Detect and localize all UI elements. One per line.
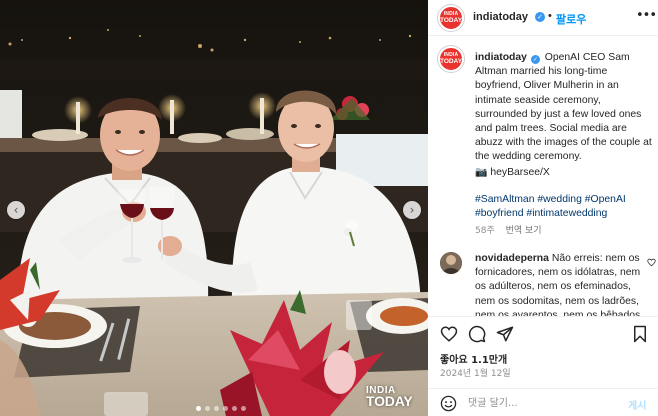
- carousel-dot: [196, 406, 201, 411]
- commenter-username[interactable]: novidadeperna: [475, 253, 549, 264]
- carousel-prev-button[interactable]: ‹: [7, 201, 25, 219]
- caption-body: indiatoday ✓ OpenAI CEO Sam Altman marri…: [475, 51, 655, 165]
- comment-body: novidadeperna Não erreis: nem os fornica…: [475, 252, 643, 316]
- translate-link[interactable]: 번역 보기: [506, 226, 542, 236]
- caption-meta: 58주 번역 보기: [475, 223, 542, 236]
- author-username[interactable]: indiatoday: [473, 11, 528, 23]
- carousel-dot: [205, 406, 210, 411]
- bookmark-icon[interactable]: [631, 325, 649, 343]
- like-count[interactable]: 좋아요 1.1만개: [440, 351, 507, 366]
- carousel-dot: [223, 406, 228, 411]
- post-photo[interactable]: ‹ › INDIA TODAY: [0, 0, 428, 416]
- commenter-avatar[interactable]: [440, 252, 462, 274]
- photo-credit: 📷 heyBarsee/X: [475, 167, 550, 178]
- caption-author-avatar[interactable]: INDIA TODAY: [438, 46, 464, 72]
- share-icon[interactable]: [496, 325, 514, 343]
- camera-icon: 📷: [475, 167, 488, 178]
- header-separator: •: [548, 10, 552, 22]
- hashtags[interactable]: #SamAltman #wedding #OpenAI #boyfriend #…: [475, 193, 653, 222]
- follow-button[interactable]: 팔로우: [556, 11, 586, 27]
- post-actions: 좋아요 1.1만개 2024년 1월 12일 게시: [428, 316, 658, 416]
- comment-input[interactable]: [468, 396, 608, 411]
- caption-text: OpenAI CEO Sam Altman married his long-t…: [475, 52, 652, 163]
- wedding-photo: [0, 0, 428, 416]
- carousel-dots: [196, 406, 246, 411]
- caption-verified-badge-icon: ✓: [530, 55, 540, 64]
- avatar-logo-line2: TODAY: [440, 17, 463, 24]
- heart-icon[interactable]: [440, 325, 458, 343]
- emoji-icon[interactable]: [440, 395, 457, 412]
- carousel-dot: [232, 406, 237, 411]
- post-age: 58주: [475, 226, 495, 236]
- comment-like-icon[interactable]: [647, 258, 656, 267]
- instagram-post-modal: ‹ › INDIA TODAY INDIA TODAY indiatoday ✓…: [0, 0, 658, 416]
- verified-badge-icon: ✓: [535, 12, 545, 22]
- watermark-line2: TODAY: [366, 393, 413, 409]
- caption-username[interactable]: indiatoday: [475, 52, 527, 63]
- comment-icon[interactable]: [468, 325, 486, 343]
- post-date[interactable]: 2024년 1월 12일: [440, 366, 511, 379]
- post-side-panel: INDIA TODAY indiatoday ✓ • 팔로우 ••• INDIA…: [428, 0, 658, 416]
- caption-avatar-logo-line2: TODAY: [440, 58, 463, 65]
- post-comment-button[interactable]: 게시: [628, 397, 646, 412]
- comment-item: novidadeperna Não erreis: nem os fornica…: [428, 252, 658, 316]
- author-avatar[interactable]: INDIA TODAY: [438, 5, 464, 31]
- more-options-icon[interactable]: •••: [636, 8, 657, 23]
- photo-credit-text: heyBarsee/X: [490, 167, 550, 178]
- carousel-next-button[interactable]: ›: [403, 201, 421, 219]
- carousel-dot: [214, 406, 219, 411]
- post-header: INDIA TODAY indiatoday ✓ • 팔로우 •••: [428, 0, 658, 36]
- carousel-dot: [241, 406, 246, 411]
- add-comment-bar: 게시: [428, 388, 658, 416]
- india-today-watermark: INDIA TODAY: [366, 385, 413, 409]
